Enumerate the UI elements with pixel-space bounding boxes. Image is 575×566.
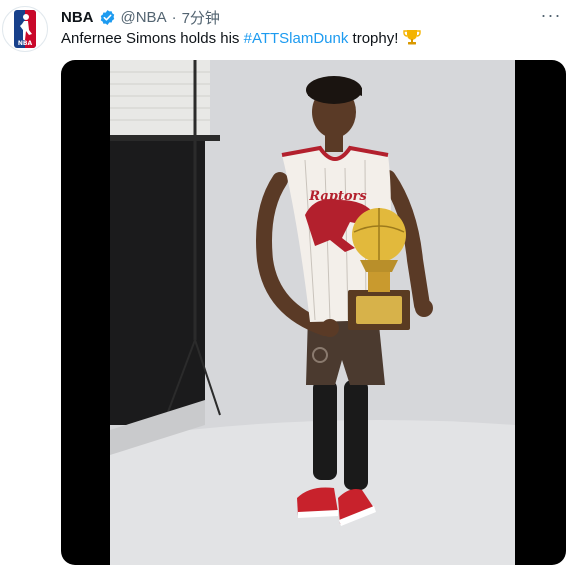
more-icon: ···	[540, 4, 562, 25]
video-media[interactable]: Raptors	[61, 60, 566, 565]
tweet[interactable]: NBA NBA @NBA · 7分钟 ··· Anfernee Simons h…	[0, 0, 575, 566]
verified-badge-icon	[100, 9, 114, 25]
tweet-text-start: Anfernee Simons holds his	[61, 30, 244, 47]
svg-text:Raptors: Raptors	[308, 189, 367, 204]
svg-text:NBA: NBA	[18, 40, 33, 47]
more-options-button[interactable]: ···	[539, 5, 563, 25]
timestamp[interactable]: 7分钟	[182, 7, 220, 28]
author-name[interactable]: NBA	[61, 9, 94, 26]
video-frame: Raptors	[110, 60, 515, 565]
hashtag-link[interactable]: #ATTSlamDunk	[244, 30, 349, 47]
tweet-text: Anfernee Simons holds his #ATTSlamDunk t…	[61, 29, 421, 49]
nba-avatar[interactable]: NBA	[2, 6, 48, 52]
nba-logo-icon: NBA	[14, 10, 36, 48]
tweet-text-end: trophy!	[348, 30, 399, 47]
author-handle[interactable]: @NBA	[121, 9, 167, 26]
trophy-icon	[402, 30, 421, 45]
separator-dot: ·	[171, 8, 177, 26]
tweet-header: NBA @NBA · 7分钟	[61, 7, 220, 27]
